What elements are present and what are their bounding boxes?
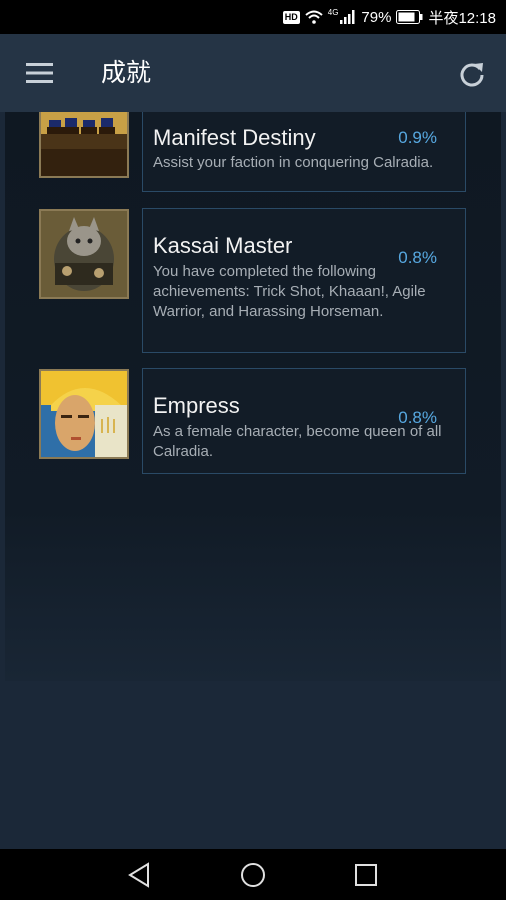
hamburger-menu-icon[interactable]: [26, 62, 53, 84]
achievement-name: Kassai Master: [153, 233, 293, 258]
achievement-description: As a female character, become queen of a…: [153, 423, 442, 460]
achievement-card: Manifest Destiny Assist your faction in …: [142, 112, 466, 192]
achievement-image: [39, 369, 129, 459]
achievement-row[interactable]: Kassai Master You have completed the fol…: [39, 208, 467, 353]
empress-image: [41, 371, 127, 457]
app-bar: 成就: [0, 34, 506, 112]
achievement-percent: 0.8%: [398, 408, 437, 427]
achievement-card: Kassai Master You have completed the fol…: [142, 208, 466, 353]
page-title: 成就: [101, 58, 152, 87]
signal-icon: [340, 10, 355, 24]
back-icon[interactable]: [126, 861, 154, 889]
wifi-icon: [305, 10, 323, 24]
battery-percent: 79%: [361, 8, 392, 26]
home-icon[interactable]: [239, 861, 267, 889]
battery-icon: [396, 10, 423, 24]
achievement-list: Manifest Destiny Assist your faction in …: [5, 112, 501, 681]
hd-badge: HD: [282, 10, 300, 24]
refresh-icon[interactable]: [458, 60, 486, 88]
achievement-row[interactable]: Manifest Destiny Assist your faction in …: [39, 112, 467, 192]
empty-area: [0, 681, 506, 849]
recent-apps-icon[interactable]: [352, 861, 380, 889]
achievement-image: [39, 112, 129, 178]
achievement-name: Manifest Destiny: [153, 125, 316, 150]
achievement-description: Assist your faction in conquering Calrad…: [153, 154, 434, 171]
achievement-row[interactable]: Empress As a female character, become qu…: [39, 368, 467, 474]
navigation-bar: [0, 849, 506, 900]
achievement-description: You have completed the following achieve…: [153, 263, 426, 320]
achievement-percent: 0.8%: [398, 248, 437, 267]
network-type: 4G: [327, 7, 339, 17]
status-icons: HD 4G 79% 半夜12:18: [282, 0, 496, 34]
achievement-percent: 0.9%: [398, 128, 437, 147]
achievement-name: Empress: [153, 393, 240, 418]
horsemen-image: [41, 112, 127, 176]
warrior-image: [41, 211, 127, 297]
achievement-card: Empress As a female character, become qu…: [142, 368, 466, 474]
achievement-image: [39, 209, 129, 299]
status-bar: HD 4G 79% 半夜12:18: [0, 0, 506, 34]
clock: 半夜12:18: [428, 9, 496, 27]
